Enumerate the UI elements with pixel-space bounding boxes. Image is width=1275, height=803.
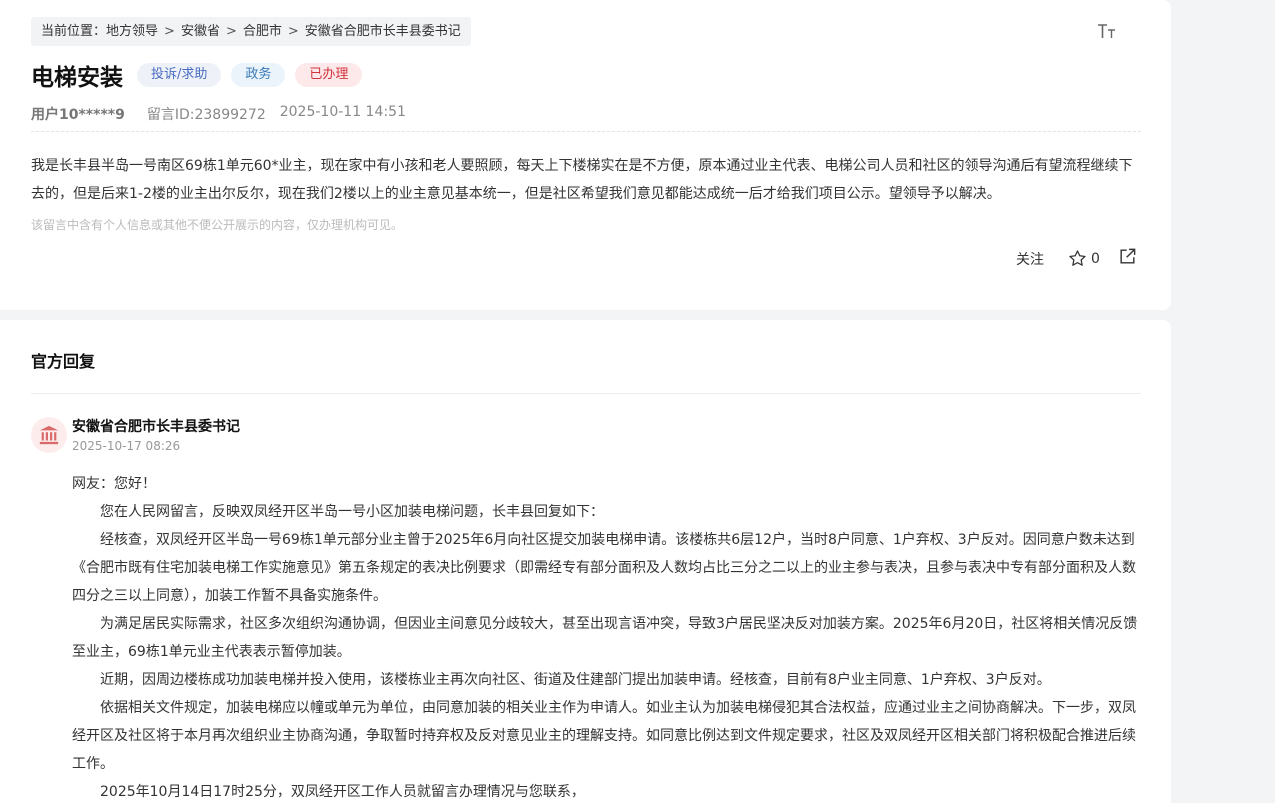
reply-org-name: 安徽省合肥市长丰县委书记 xyxy=(72,419,240,435)
star-icon xyxy=(1069,250,1086,266)
reply-paragraph: 2025年10月14日17时25分，双凤经开区工作人员就留言办理情况与您联系， xyxy=(100,784,585,800)
tag-category: 投诉/求助 xyxy=(137,63,222,87)
message-datetime: 2025-10-11 14:51 xyxy=(279,104,406,120)
org-avatar xyxy=(31,417,67,453)
divider xyxy=(31,393,1141,394)
message-meta: 用户10*****9 留言ID:23899272 2025-10-11 14:5… xyxy=(31,104,406,124)
tag-domain: 政务 xyxy=(231,63,286,87)
reply-paragraph: 依据相关文件规定，加装电梯应以幢或单元为单位，由同意加装的相关业主作为申请人。如… xyxy=(72,700,1136,772)
reply-paragraph: 经核查，双凤经开区半岛一号69栋1单元部分业主曾于2025年6月向社区提交加装电… xyxy=(72,532,1136,604)
privacy-hint: 该留言中含有个人信息或其他不便公开展示的内容，仅办理机构可见。 xyxy=(31,218,404,232)
message-title: 电梯安装 xyxy=(31,65,123,91)
breadcrumb-item-city[interactable]: 合肥市 xyxy=(243,17,282,46)
reply-paragraph: 为满足居民实际需求，社区多次组织沟通协调，但因业主间意见分歧较大，甚至出现言语冲… xyxy=(72,616,1138,660)
breadcrumb: 当前位置： 地方领导 > 安徽省 > 合肥市 > 安徽省合肥市长丰县委书记 xyxy=(31,17,471,46)
reply-time: 2025-10-17 08:26 xyxy=(72,439,181,453)
star-count: 0 xyxy=(1091,250,1100,267)
reply-greeting: 网友：您好！ xyxy=(72,476,156,492)
official-reply-card: 官方回复 安徽省合肥市长丰县委书记 2025-10-17 08:26 网友：您好… xyxy=(0,320,1171,803)
font-size-icon[interactable] xyxy=(1097,22,1117,42)
government-building-icon xyxy=(39,425,59,445)
breadcrumb-separator: > xyxy=(164,24,175,39)
breadcrumb-prefix: 当前位置： xyxy=(41,24,107,39)
reply-section-title: 官方回复 xyxy=(31,352,96,371)
page: 当前位置： 地方领导 > 安徽省 > 合肥市 > 安徽省合肥市长丰县委书记 电梯… xyxy=(0,0,1275,803)
share-button[interactable] xyxy=(1118,247,1137,270)
reply-body: 网友：您好！ 您在人民网留言，反映双凤经开区半岛一号小区加装电梯问题，长丰县回复… xyxy=(72,470,1142,803)
reply-paragraph: 近期，因周边楼栋成功加装电梯并投入使用，该楼栋业主再次向社区、街道及住建部门提出… xyxy=(100,672,1051,688)
message-id: 留言ID:23899272 xyxy=(146,107,266,123)
breadcrumb-separator: > xyxy=(287,24,299,39)
breadcrumb-item-province[interactable]: 安徽省 xyxy=(181,17,220,46)
share-icon xyxy=(1120,248,1136,264)
message-card: 当前位置： 地方领导 > 安徽省 > 合肥市 > 安徽省合肥市长丰县委书记 电梯… xyxy=(0,0,1171,310)
divider xyxy=(31,131,1141,132)
star-button[interactable]: 0 xyxy=(1068,249,1100,268)
breadcrumb-separator: > xyxy=(225,24,237,39)
message-actions: 关注 0 xyxy=(1016,247,1137,270)
reply-paragraph: 您在人民网留言，反映双凤经开区半岛一号小区加装电梯问题，长丰县回复如下： xyxy=(100,504,604,520)
tag-status: 已办理 xyxy=(295,63,363,87)
follow-button[interactable]: 关注 xyxy=(1016,249,1044,269)
message-user: 用户10*****9 xyxy=(31,107,125,123)
breadcrumb-item-leader[interactable]: 安徽省合肥市长丰县委书记 xyxy=(305,17,461,46)
message-content: 我是长丰县半岛一号南区69栋1单元60*业主，现在家中有小孩和老人要照顾，每天上… xyxy=(31,158,1133,202)
font-size-icon-svg xyxy=(1098,24,1115,38)
title-row: 电梯安装 投诉/求助 政务 已办理 xyxy=(31,58,372,92)
breadcrumb-item-local-leaders[interactable]: 地方领导 xyxy=(106,17,158,46)
